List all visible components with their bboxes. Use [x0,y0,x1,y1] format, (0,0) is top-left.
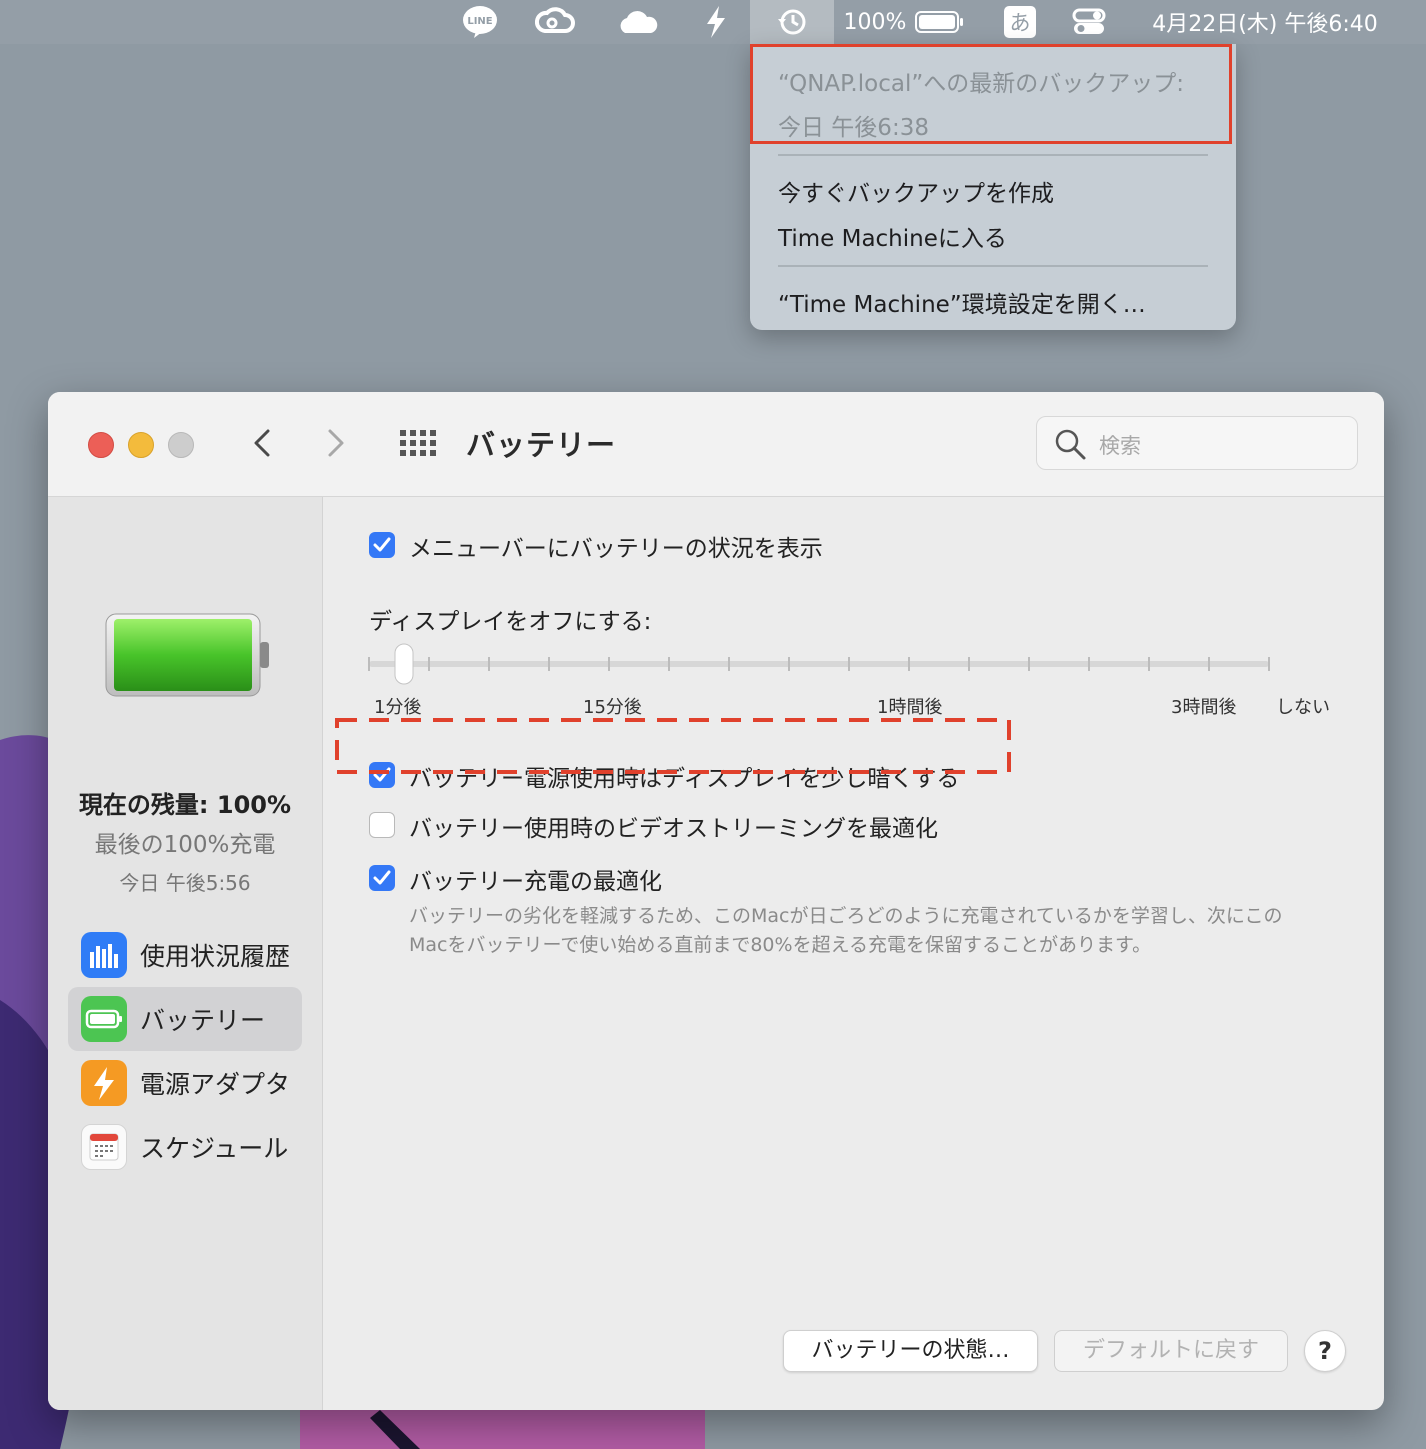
chevron-right-icon [328,429,344,457]
forward-button[interactable] [320,426,352,460]
battery-icon[interactable] [912,0,968,44]
creative-cloud-icon[interactable] [532,0,578,44]
last-full-charge-time: 今日 午後5:56 [119,871,251,895]
menu-separator [778,265,1208,267]
zoom-window-button[interactable] [168,432,194,458]
show-in-menubar-checkbox[interactable] [369,532,395,558]
menu-separator [778,154,1208,156]
search-field[interactable]: 検索 [1036,416,1358,470]
show-in-menubar-label[interactable]: メニューバーにバッテリーの状況を表示 [409,529,823,563]
line-icon-text: LINE [467,16,492,27]
optimize-charging-label[interactable]: バッテリー充電の最適化 [409,862,662,896]
display-off-label: ディスプレイをオフにする: [369,609,652,635]
minimize-window-button[interactable] [128,432,154,458]
slider-tick-label: しない [1276,697,1330,718]
close-window-button[interactable] [88,432,114,458]
sidebar-item-label: スケジュール [140,1134,289,1163]
sidebar-item-usage-history[interactable]: 使用状況履歴 [68,923,302,987]
optimize-video-label[interactable]: バッテリー使用時のビデオストリーミングを最適化 [409,809,938,843]
battery-level-label: 現在の残量: 100% [78,791,292,819]
enter-time-machine-menu-item[interactable]: Time Machineに入る [778,219,1007,253]
battery-percent[interactable]: 100% [844,10,907,35]
help-button[interactable]: ? [1304,1330,1346,1372]
sidebar: 現在の残量: 100% 最後の100%充電 今日 午後5:56 使用状況履歴 バ… [48,497,323,1410]
show-all-button[interactable] [398,428,438,458]
back-up-now-menu-item[interactable]: 今すぐバックアップを作成 [778,174,1054,208]
line-icon[interactable]: LINE [458,0,502,44]
grid-icon [400,430,436,456]
menu-bar: LINE 100% あ 4月22日(木) 午後6:40 [0,0,1426,44]
sidebar-item-label: バッテリー [140,1006,266,1035]
window-toolbar: バッテリー 検索 [48,392,1384,497]
battery-settings-pane: メニューバーにバッテリーの状況を表示 ディスプレイをオフにする: 1分後 15分… [323,497,1384,1410]
sidebar-item-battery[interactable]: バッテリー [68,987,302,1051]
sidebar-item-label: 電源アダプタ [140,1070,291,1099]
optimize-charging-description-line2: Macをバッテリーで使い始める直前まで80%を超える充電を保留することがあります… [409,934,1152,956]
input-method-icon[interactable]: あ [1002,0,1038,44]
checkmark-icon [373,537,391,552]
search-icon [1055,429,1086,460]
battery-health-button[interactable]: バッテリーの状態… [783,1330,1038,1372]
checkmark-icon [373,870,391,885]
optimize-charging-description-line1: バッテリーの劣化を軽減するため、このMacが日ごろどのように充電されているかを学… [409,905,1283,927]
restore-defaults-button[interactable]: デフォルトに戻す [1054,1330,1288,1372]
slider-tick-label: 15分後 [583,697,642,718]
sidebar-item-power-adapter[interactable]: 電源アダプタ [68,1051,302,1115]
menubar-clock[interactable]: 4月22日(木) 午後6:40 [1152,6,1378,38]
battery-pane-icon [81,996,127,1042]
sidebar-item-schedule[interactable]: スケジュール [68,1115,302,1179]
schedule-icon [81,1124,127,1170]
onedrive-icon[interactable] [614,0,662,44]
control-center-icon[interactable] [1068,0,1110,44]
back-button[interactable] [248,426,280,460]
battery-level-icon [105,613,269,697]
last-full-charge-label: 最後の100%充電 [94,832,276,858]
display-off-slider[interactable] [359,639,1279,689]
time-machine-icon[interactable] [750,0,834,44]
window-title: バッテリー [466,428,617,462]
chevron-left-icon [254,429,270,457]
input-method-label: あ [1009,11,1031,35]
slider-tick-label: 3時間後 [1171,697,1237,718]
bolt-app-icon[interactable] [696,0,736,44]
battery-preferences-window: バッテリー 検索 現在の残量: 100% 最後の100%充電 今日 午後5:56… [48,392,1384,1410]
slider-knob[interactable] [394,643,414,685]
slider-tick-label: 1分後 [374,697,422,718]
usage-history-icon [81,932,127,978]
search-placeholder: 検索 [1099,434,1141,458]
optimize-video-checkbox[interactable] [369,812,395,838]
annotation-highlight-box [750,44,1232,144]
sidebar-item-label: 使用状況履歴 [140,942,291,971]
optimize-charging-checkbox[interactable] [369,865,395,891]
power-adapter-icon [81,1060,127,1106]
slider-tick-label: 1時間後 [877,697,943,718]
open-time-machine-preferences-menu-item[interactable]: “Time Machine”環境設定を開く… [778,285,1146,319]
annotation-dashed-box [335,718,1011,774]
